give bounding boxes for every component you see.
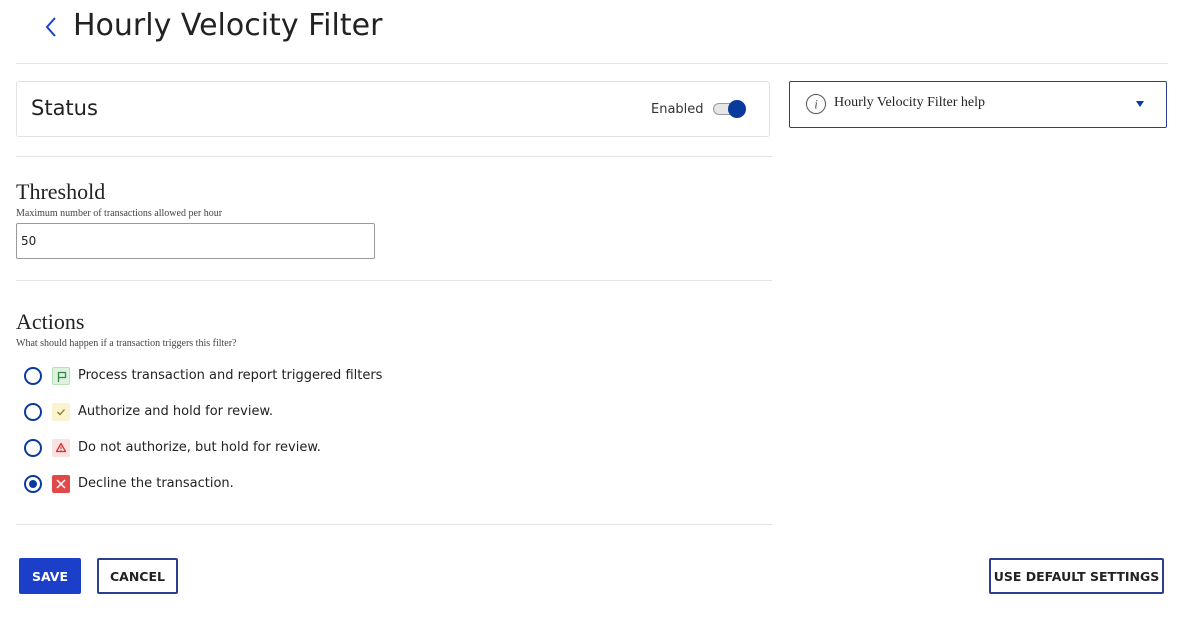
check-icon bbox=[52, 403, 70, 421]
help-label: Hourly Velocity Filter help bbox=[834, 95, 985, 110]
threshold-title: Threshold bbox=[16, 179, 106, 204]
action-label: Authorize and hold for review. bbox=[78, 404, 274, 419]
warning-icon bbox=[52, 439, 70, 457]
status-card: Status Enabled bbox=[16, 81, 770, 137]
x-icon bbox=[52, 475, 70, 493]
action-label: Process transaction and report triggered… bbox=[78, 368, 383, 383]
action-radio[interactable] bbox=[24, 403, 42, 421]
action-label: Do not authorize, but hold for review. bbox=[78, 440, 321, 455]
page-header: Hourly Velocity Filter bbox=[16, 0, 1168, 64]
action-radio[interactable] bbox=[24, 367, 42, 385]
divider bbox=[16, 156, 772, 157]
action-option-hold-no-authorize[interactable]: Do not authorize, but hold for review. bbox=[24, 437, 764, 459]
info-icon: i bbox=[806, 94, 826, 114]
page-title: Hourly Velocity Filter bbox=[73, 8, 383, 43]
use-default-settings-button[interactable]: USE DEFAULT SETTINGS bbox=[989, 558, 1164, 594]
threshold-input[interactable] bbox=[16, 223, 375, 259]
back-button[interactable] bbox=[36, 12, 66, 42]
action-option-decline[interactable]: Decline the transaction. bbox=[24, 473, 764, 495]
action-radio-selected[interactable] bbox=[24, 475, 42, 493]
action-option-authorize-hold[interactable]: Authorize and hold for review. bbox=[24, 401, 764, 423]
caret-down-icon bbox=[1136, 101, 1144, 107]
actions-description: What should happen if a transaction trig… bbox=[16, 338, 237, 349]
status-title: Status bbox=[31, 96, 98, 120]
divider bbox=[16, 524, 772, 525]
actions-title: Actions bbox=[16, 309, 85, 334]
cancel-button[interactable]: CANCEL bbox=[97, 558, 178, 594]
status-toggle-label: Enabled bbox=[651, 102, 704, 117]
action-label: Decline the transaction. bbox=[78, 476, 234, 491]
help-accordion[interactable]: i Hourly Velocity Filter help bbox=[789, 81, 1167, 128]
action-option-process[interactable]: Process transaction and report triggered… bbox=[24, 365, 764, 387]
chevron-left-icon bbox=[45, 17, 56, 37]
divider bbox=[16, 280, 772, 281]
threshold-description: Maximum number of transactions allowed p… bbox=[16, 208, 223, 219]
toggle-knob bbox=[728, 100, 746, 118]
svg-text:i: i bbox=[814, 97, 818, 112]
action-radio[interactable] bbox=[24, 439, 42, 457]
status-toggle[interactable] bbox=[713, 99, 747, 119]
flag-icon bbox=[52, 367, 70, 385]
save-button[interactable]: SAVE bbox=[19, 558, 81, 594]
